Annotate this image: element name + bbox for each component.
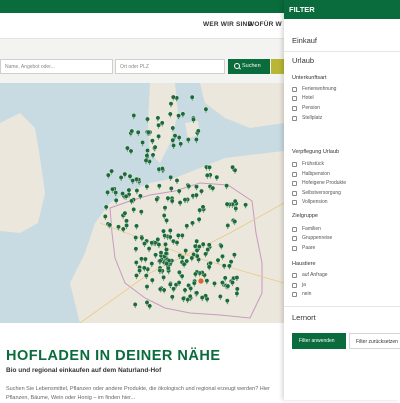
map-pin-icon[interactable]	[135, 129, 141, 137]
group-haustiere-title: Haustiere	[292, 261, 316, 267]
checkbox[interactable]	[292, 106, 297, 111]
checkbox[interactable]	[292, 162, 297, 167]
filter-panel: FILTER Einkauf Urlaub Unterkunftsart Fer…	[284, 0, 400, 400]
option-label: Pension	[302, 105, 321, 111]
search-button-label: Suchen	[242, 63, 261, 69]
land-scandinavia	[200, 83, 284, 128]
map-pin-icon[interactable]	[176, 135, 182, 142]
map-pin-icon[interactable]	[113, 190, 119, 197]
option-label: nein	[302, 291, 312, 297]
checkbox[interactable]	[292, 292, 297, 297]
option-label: auf Anfrage	[302, 272, 328, 278]
checkbox[interactable]	[292, 236, 297, 241]
page-subtitle: Bio und regional einkaufen auf dem Natur…	[6, 367, 162, 374]
section-urlaub[interactable]: Urlaub	[292, 56, 314, 65]
option-label: Familien	[302, 226, 321, 232]
option-label: Paare	[302, 245, 316, 251]
checkbox[interactable]	[292, 273, 297, 278]
map-pin-icon[interactable]	[150, 152, 156, 159]
map-pin-icon[interactable]	[178, 141, 184, 148]
map-pin-icon[interactable]	[105, 172, 111, 179]
group-unterkunftsart-title: Unterkunftsart	[292, 75, 327, 81]
group-verpflegung-title: Verpflegung Urlaub	[292, 149, 340, 155]
magnifier-icon	[234, 63, 240, 69]
option-label: Stellplatz	[302, 115, 323, 121]
map-pin-icon[interactable]	[185, 137, 191, 144]
map-pin-icon[interactable]	[171, 143, 177, 150]
option-label: Hotel	[302, 95, 314, 101]
search-query-input[interactable]: Name, Angebot oder...	[0, 59, 113, 74]
map-pin-icon[interactable]	[170, 137, 176, 144]
map-canvas	[0, 83, 284, 323]
group-zielgruppe-title: Zielgruppe	[292, 213, 318, 219]
map-pin-icon[interactable]	[193, 137, 199, 144]
map-pin-icon[interactable]	[176, 113, 182, 120]
nav-link-wofuer-wir[interactable]: WOFÜR W	[248, 21, 282, 28]
checkbox[interactable]	[292, 283, 297, 288]
map-pin-icon[interactable]	[118, 175, 124, 182]
option-label: ja	[302, 282, 306, 288]
option-label: Vollpension	[302, 199, 328, 205]
checkbox[interactable]	[292, 181, 297, 186]
apply-filter-button[interactable]: Filter anwenden	[292, 333, 346, 349]
search-button[interactable]: Suchen	[228, 59, 270, 74]
checkbox[interactable]	[292, 116, 297, 121]
checkbox[interactable]	[292, 191, 297, 196]
land-uk	[0, 113, 45, 233]
checkbox[interactable]	[292, 87, 297, 92]
option-label: Hofeigene Produkte	[302, 180, 347, 186]
checkbox[interactable]	[292, 200, 297, 205]
divider	[284, 51, 400, 52]
map-pin-icon[interactable]	[140, 140, 146, 147]
reset-filter-button[interactable]: Filter zurücksetzen	[349, 333, 400, 349]
filter-title: FILTER	[284, 0, 400, 19]
search-location-input[interactable]: Ort oder PLZ	[115, 59, 225, 74]
map-pin-icon[interactable]	[180, 111, 186, 118]
option-label: Frühstück	[302, 161, 324, 167]
checkbox[interactable]	[292, 172, 297, 177]
map-pin-icon[interactable]	[128, 148, 134, 155]
intro-line-2: Pflanzen, Bäume, Wein oder Honig – im fi…	[6, 395, 136, 401]
map-pin-icon[interactable]	[189, 94, 195, 101]
page-title: HOFLADEN IN DEINER NÄHE	[6, 348, 221, 364]
intro-line-1: Suchen Sie Lebensmittel, Pflanzen oder a…	[6, 386, 270, 392]
checkbox[interactable]	[292, 227, 297, 232]
option-label: Gruppenreise	[302, 235, 333, 241]
checkbox[interactable]	[292, 96, 297, 101]
selected-map-pin-icon[interactable]	[198, 278, 204, 284]
divider	[284, 306, 400, 307]
option-label: Ferienwohnung	[302, 86, 337, 92]
hero-section: HOFLADEN IN DEINER NÄHE Bio und regional…	[0, 323, 284, 403]
olive-action-button[interactable]	[271, 59, 285, 74]
farm-map[interactable]	[0, 83, 284, 323]
section-einkauf[interactable]: Einkauf	[292, 36, 317, 45]
section-lernort[interactable]: Lernort	[292, 313, 316, 322]
checkbox[interactable]	[292, 246, 297, 251]
option-label: Halbpension	[302, 171, 330, 177]
map-pin-icon[interactable]	[143, 158, 149, 165]
map-pin-icon[interactable]	[203, 106, 209, 113]
map-pin-icon[interactable]	[131, 113, 137, 120]
option-label: Selbstversorgung	[302, 190, 341, 196]
intro-text: Suchen Sie Lebensmittel, Pflanzen oder a…	[6, 385, 284, 403]
map-pin-icon[interactable]	[105, 189, 111, 197]
nav-link-wer-wir-sind[interactable]: WER WIR SIND	[203, 21, 252, 28]
